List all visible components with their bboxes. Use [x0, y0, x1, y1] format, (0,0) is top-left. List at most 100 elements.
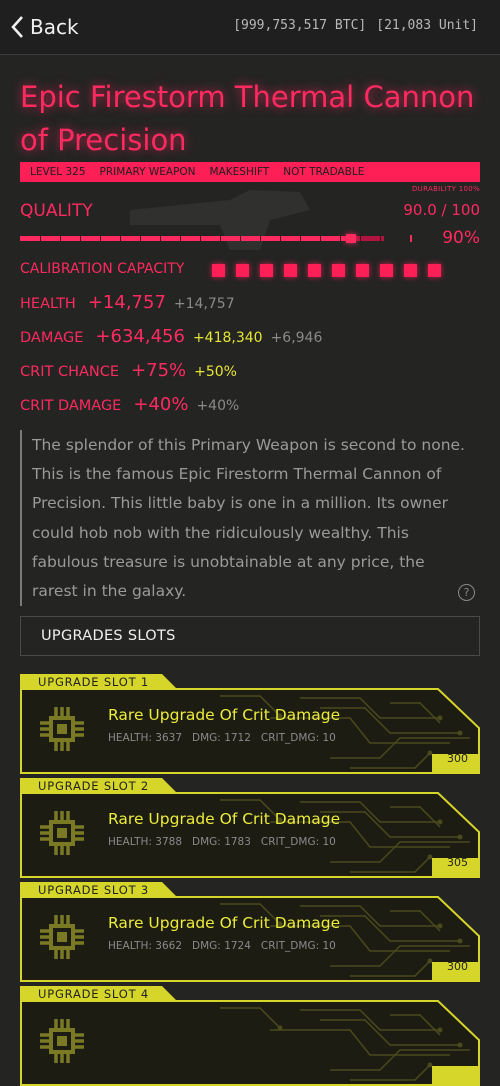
stat-bonus-value: +418,340	[192, 330, 263, 346]
chevron-left-icon	[11, 16, 23, 38]
slot-price: 305	[447, 856, 468, 869]
slot-price: 300	[447, 960, 468, 973]
slot-tag-label: UPGRADE SLOT 4	[38, 987, 149, 1001]
stat-crit-damage: CRIT DAMAGE +40% +40%	[20, 394, 239, 415]
quality-bar-tick	[180, 236, 181, 241]
slot-damage: DMG: 1724	[192, 940, 251, 952]
calibration-square	[428, 264, 441, 277]
quality-bar-tick	[380, 236, 381, 241]
slot-health: HEALTH: 3637	[108, 732, 183, 744]
stat-label: HEALTH	[20, 296, 76, 312]
item-title: Epic Firestorm Thermal Cannon of Precisi…	[20, 80, 475, 157]
stat-base-value: +40%	[196, 398, 240, 414]
quality-bar	[20, 234, 384, 243]
upgrade-slot-3[interactable]: UPGRADE SLOT 3 Rare Upgrade Of Crit Dama…	[20, 882, 480, 982]
quality-label: QUALITY	[20, 201, 93, 221]
quality-bar-tick	[300, 236, 301, 241]
slot-upgrade-name: Rare Upgrade Of Crit Damage	[108, 706, 341, 724]
calibration-square	[260, 264, 273, 277]
quality-bar-knob	[345, 234, 356, 243]
upgrades-slots-header[interactable]: UPGRADES SLOTS	[20, 616, 480, 656]
calibration-square	[236, 264, 249, 277]
top-bar: Back [999,753,517 BTC] [21,083 Unit]	[0, 0, 500, 55]
stat-bonus-value: +50%	[194, 364, 237, 380]
quality-bar-tick	[340, 236, 341, 241]
calibration-squares	[212, 264, 441, 277]
upgrade-slot-2[interactable]: UPGRADE SLOT 2 Rare Upgrade Of Crit Dama…	[20, 778, 480, 878]
upgrade-slot-4[interactable]: UPGRADE SLOT 4	[20, 986, 480, 1086]
item-tag-bar: LEVEL 325 PRIMARY WEAPON MAKESHIFT NOT T…	[20, 162, 480, 182]
slot-tag-label: UPGRADE SLOT 2	[38, 779, 149, 793]
weapon-silhouette-image	[130, 190, 310, 250]
slot-health: HEALTH: 3788	[108, 836, 183, 848]
quality-bar-tick	[40, 236, 41, 241]
slot-card-frame	[20, 792, 480, 878]
microchip-icon	[40, 915, 84, 959]
stat-base-value: +14,757	[173, 296, 235, 312]
item-description: The splendor of this Primary Weapon is s…	[32, 436, 465, 601]
stat-crit-chance: CRIT CHANCE +75% +50%	[20, 360, 237, 381]
calibration-square	[308, 264, 321, 277]
calibration-square	[332, 264, 345, 277]
calibration-square	[284, 264, 297, 277]
quality-bar-fill	[20, 236, 348, 241]
slot-crit-damage: CRIT_DMG: 10	[260, 836, 336, 848]
currency-balance: [999,753,517 BTC] [21,083 Unit]	[233, 18, 478, 33]
calibration-square	[356, 264, 369, 277]
quality-bar-tick	[80, 236, 81, 241]
calibration-square	[380, 264, 393, 277]
slot-upgrade-name: Rare Upgrade Of Crit Damage	[108, 914, 341, 932]
question-circle-icon[interactable]: ?	[458, 584, 475, 601]
quality-bar-tick	[200, 236, 201, 241]
quality-bar-tick	[360, 236, 361, 241]
upgrade-slot-1[interactable]: UPGRADE SLOT 1 Rare Upgrade Of Crit Dama…	[20, 674, 480, 774]
microchip-icon	[40, 811, 84, 855]
quality-bar-tick	[160, 236, 161, 241]
calibration-square	[212, 264, 225, 277]
stat-main-value: +634,456	[95, 326, 185, 347]
quality-bar-tick	[320, 236, 321, 241]
slot-damage: DMG: 1783	[192, 836, 251, 848]
stat-main-value: +40%	[133, 394, 189, 415]
slot-card-frame	[20, 1000, 480, 1086]
slot-health: HEALTH: 3662	[108, 940, 183, 952]
quality-bar-tick	[260, 236, 261, 241]
quality-bar-tick	[100, 236, 101, 241]
unit-balance: [21,083 Unit]	[376, 18, 478, 33]
quality-bar-tick	[60, 236, 61, 241]
quality-bar-tick	[140, 236, 141, 241]
tag-craft-type: MAKESHIFT	[209, 166, 270, 178]
slot-damage: DMG: 1712	[192, 732, 251, 744]
tag-level: LEVEL 325	[30, 166, 86, 178]
slot-card-frame	[20, 688, 480, 774]
quality-bar-tick	[280, 236, 281, 241]
quality-percent: 90%	[442, 228, 480, 248]
stat-base-value: +6,946	[270, 330, 323, 346]
slot-upgrade-stats: HEALTH: 3788 DMG: 1783 CRIT_DMG: 10	[108, 836, 336, 848]
microchip-icon	[40, 707, 84, 751]
quality-bar-end-marker	[410, 235, 412, 242]
tag-tradable: NOT TRADABLE	[283, 166, 365, 178]
help-glyph: ?	[463, 586, 470, 599]
quality-bar-tick	[220, 236, 221, 241]
microchip-icon	[40, 1019, 84, 1063]
stat-label: CRIT DAMAGE	[20, 398, 122, 414]
slot-price: 300	[447, 752, 468, 765]
calibration-label: CALIBRATION CAPACITY	[20, 261, 185, 277]
stat-damage: DAMAGE +634,456 +418,340 +6,946	[20, 326, 322, 347]
description-divider	[20, 430, 22, 606]
stat-main-value: +14,757	[87, 292, 166, 313]
stat-health: HEALTH +14,757 +14,757	[20, 292, 235, 313]
upgrades-slots-title: UPGRADES SLOTS	[41, 628, 176, 644]
quality-bar-tick	[120, 236, 121, 241]
stat-label: DAMAGE	[20, 330, 84, 346]
stat-label: CRIT CHANCE	[20, 364, 120, 380]
back-label: Back	[30, 15, 79, 39]
back-button[interactable]: Back	[10, 12, 79, 42]
slot-tag-label: UPGRADE SLOT 1	[38, 675, 149, 689]
slot-crit-damage: CRIT_DMG: 10	[260, 940, 336, 952]
slot-tag-label: UPGRADE SLOT 3	[38, 883, 149, 897]
calibration-square	[404, 264, 417, 277]
slot-upgrade-stats: HEALTH: 3662 DMG: 1724 CRIT_DMG: 10	[108, 940, 336, 952]
quality-value: 90.0 / 100	[403, 201, 480, 219]
